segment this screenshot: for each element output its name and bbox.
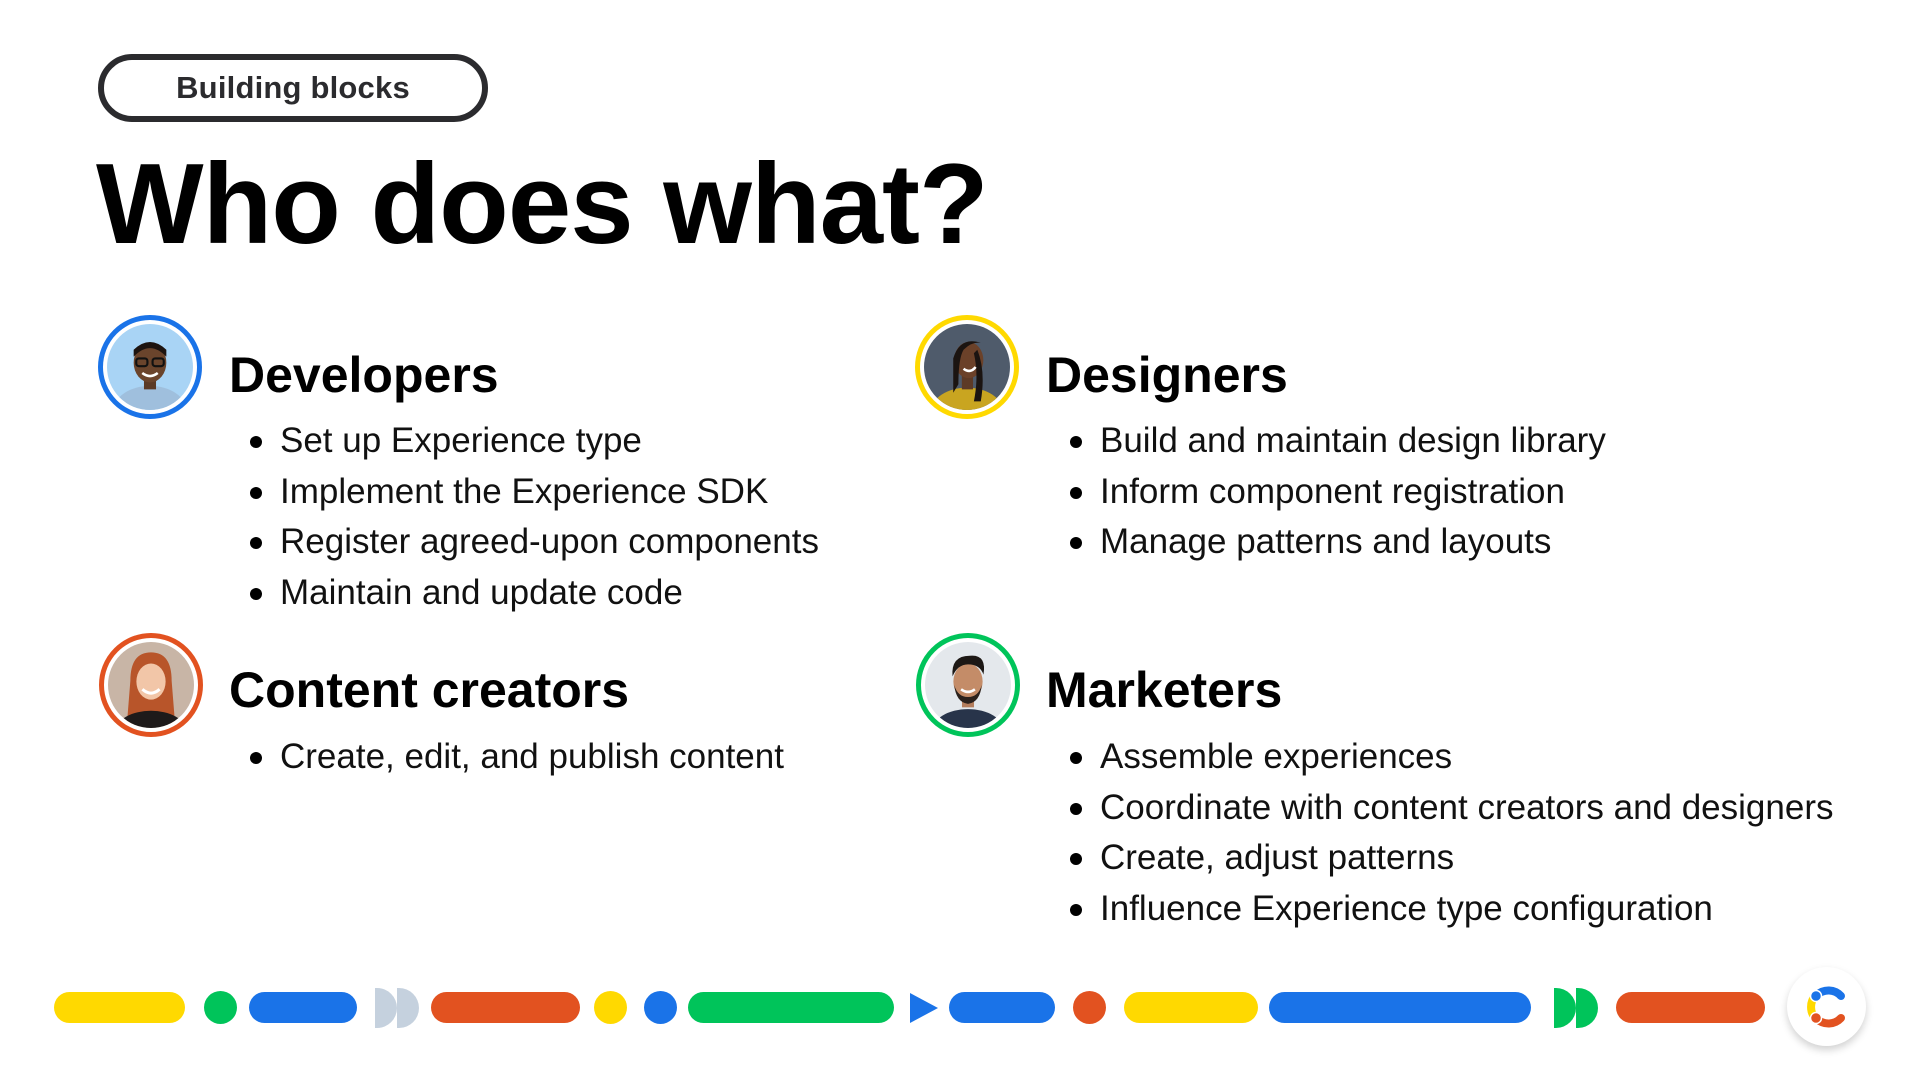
orange-pill-shape	[431, 992, 580, 1023]
role-heading-marketers: Marketers	[1046, 662, 1283, 718]
list-item: Create, edit, and publish content	[250, 732, 784, 783]
role-heading-designers: Designers	[1046, 347, 1288, 403]
list-item: Inform component registration	[1070, 467, 1606, 518]
blue-pill-shape	[249, 992, 357, 1023]
bullet-icon	[250, 537, 262, 549]
orange-pill-shape	[1616, 992, 1765, 1023]
person-icon	[108, 642, 194, 728]
yellow-pill-shape	[54, 992, 185, 1023]
orange-dot-shape	[1073, 991, 1106, 1024]
content-creator-avatar	[99, 633, 203, 737]
blue-dot-shape	[644, 991, 677, 1024]
content-creator-photo	[108, 642, 194, 728]
bullet-icon	[1070, 486, 1082, 499]
green-half-circle-shape	[1576, 988, 1598, 1028]
bullet-icon	[1070, 802, 1082, 815]
bullet-icon	[1070, 853, 1082, 865]
list-item: Assemble experiences	[1070, 732, 1833, 783]
marketer-tasks: Assemble experiences Coordinate with con…	[1070, 732, 1833, 934]
person-icon	[925, 642, 1011, 728]
grey-half-circle-shape	[375, 988, 397, 1028]
list-item: Create, adjust patterns	[1070, 833, 1833, 884]
bullet-icon	[250, 752, 262, 764]
list-item: Coordinate with content creators and des…	[1070, 783, 1833, 834]
list-item: Maintain and update code	[250, 568, 819, 619]
developer-tasks: Set up Experience type Implement the Exp…	[250, 416, 819, 618]
content-creator-tasks: Create, edit, and publish content	[250, 732, 784, 783]
role-heading-developers: Developers	[229, 347, 499, 403]
bullet-icon	[1070, 752, 1082, 764]
list-item: Build and maintain design library	[1070, 416, 1606, 467]
green-dot-shape	[204, 991, 237, 1024]
list-item: Manage patterns and layouts	[1070, 517, 1606, 568]
bullet-icon	[1070, 537, 1082, 549]
list-item: Implement the Experience SDK	[250, 467, 819, 518]
blue-pill-shape	[1269, 992, 1531, 1023]
designer-photo	[924, 324, 1010, 410]
contentful-logo-icon	[1787, 967, 1866, 1046]
blue-triangle-shape	[910, 993, 938, 1023]
person-icon	[107, 324, 193, 410]
section-tag-label: Building blocks	[176, 70, 410, 105]
bullet-icon	[250, 436, 262, 448]
bullet-icon	[1070, 436, 1082, 448]
designer-tasks: Build and maintain design library Inform…	[1070, 416, 1606, 568]
developer-photo	[107, 324, 193, 410]
logo-mark-icon	[1806, 986, 1845, 1027]
marketer-photo	[925, 642, 1011, 728]
role-heading-content-creators: Content creators	[229, 662, 630, 718]
list-item: Register agreed-upon components	[250, 517, 819, 568]
list-item: Influence Experience type configuration	[1070, 884, 1833, 935]
page-title: Who does what?	[96, 141, 989, 268]
yellow-dot-shape	[594, 991, 627, 1024]
designer-avatar	[915, 315, 1019, 419]
marketer-avatar	[916, 633, 1020, 737]
list-item: Set up Experience type	[250, 416, 819, 467]
bullet-icon	[250, 486, 262, 499]
grey-half-circle-shape	[397, 988, 419, 1028]
blue-pill-shape	[949, 992, 1055, 1023]
bullet-icon	[1070, 903, 1082, 916]
person-icon	[924, 324, 1010, 410]
developer-avatar	[98, 315, 202, 419]
yellow-pill-shape	[1124, 992, 1258, 1023]
green-pill-shape	[688, 992, 894, 1023]
green-half-circle-shape	[1554, 988, 1576, 1028]
section-tag: Building blocks	[98, 54, 488, 122]
bullet-icon	[250, 587, 262, 600]
